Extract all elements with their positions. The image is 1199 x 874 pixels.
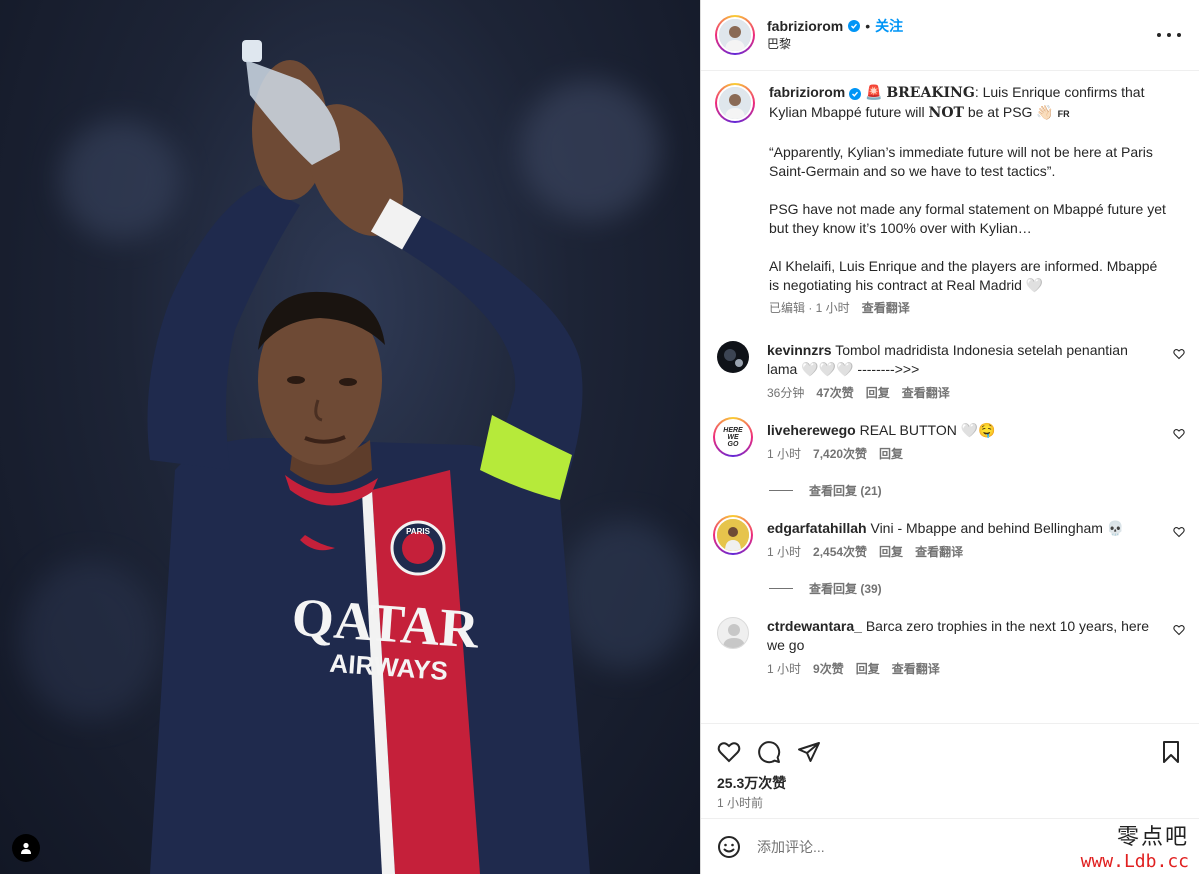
post-sidebar: fabriziorom • 关注 巴黎 fabriziorom 🚨 BREAKI…	[700, 0, 1199, 874]
comment-reply-button[interactable]: 回复	[879, 446, 903, 462]
comment-username[interactable]: kevinnzrs	[767, 342, 832, 358]
left-eye	[287, 376, 305, 384]
comment-likes[interactable]: 47次赞	[816, 385, 853, 401]
post-timestamp[interactable]: 1 小时前	[717, 794, 1183, 811]
caption-para-4: Al Khelaifi, Luis Enrique and the player…	[769, 258, 1158, 293]
post-media[interactable]: PARIS QATAR AIRWAYS	[0, 0, 700, 874]
more-options-button[interactable]	[1157, 27, 1181, 43]
more-dot-icon	[1157, 33, 1161, 37]
commenter-avatar-image	[717, 341, 749, 373]
replies-divider	[769, 588, 793, 589]
comment-time: 1 小时	[767, 447, 802, 461]
verified-badge-icon	[849, 88, 862, 100]
comment-item: ctrdewantara_ Barca zero trophies in the…	[715, 617, 1185, 677]
caption-quote: “Apparently, Kylian’s immediate future w…	[769, 144, 1153, 179]
default-avatar-icon	[723, 624, 745, 648]
siren-emoji: 🚨	[865, 84, 883, 100]
view-replies-label: 查看回复 (21)	[809, 484, 882, 498]
comment-reply-button[interactable]: 回复	[856, 661, 880, 677]
comment-input[interactable]	[757, 838, 1183, 855]
heart-icon[interactable]	[1173, 624, 1185, 636]
heart-icon[interactable]	[1173, 348, 1185, 360]
comment-composer	[701, 818, 1199, 874]
caption-username[interactable]: fabriziorom	[769, 84, 845, 100]
breaking-label: BREAKING	[886, 85, 975, 101]
user-icon	[21, 842, 31, 854]
view-replies-button[interactable]: 查看回复 (21)	[769, 482, 1185, 499]
comment-reply-button[interactable]: 回复	[879, 544, 903, 560]
caption-author-avatar[interactable]	[715, 83, 755, 123]
bookmark-save-icon[interactable]	[1159, 740, 1183, 764]
comment-translate-link[interactable]: 查看翻译	[915, 544, 963, 560]
caption-para-3: PSG have not made any formal statement o…	[769, 201, 1166, 236]
comment-translate-link[interactable]: 查看翻译	[892, 661, 940, 677]
view-replies-button[interactable]: 查看回复 (39)	[769, 580, 1185, 597]
more-dot-icon	[1177, 33, 1181, 37]
badge-text: PARIS	[406, 527, 431, 536]
post-location[interactable]: 巴黎	[767, 35, 903, 53]
commenter-avatar-text: HERE WE GO	[723, 426, 743, 448]
not-emphasis: NOT	[928, 105, 964, 121]
comments-list[interactable]: fabriziorom 🚨 BREAKING: Luis Enrique con…	[701, 71, 1199, 723]
commenter-avatar-image	[717, 519, 749, 551]
caption-translate-link[interactable]: 查看翻译	[862, 300, 910, 316]
verified-badge-icon	[848, 20, 861, 32]
flag-fr-icon: FR	[1057, 109, 1070, 119]
comment-username[interactable]: ctrdewantara_	[767, 618, 862, 634]
player-photo: PARIS QATAR AIRWAYS	[147, 40, 590, 874]
author-avatar[interactable]	[715, 15, 755, 55]
like-heart-icon[interactable]	[717, 740, 741, 764]
comment-bubble-icon[interactable]	[757, 740, 781, 764]
psg-badge-inner	[402, 532, 434, 564]
comment-username[interactable]: edgarfatahillah	[767, 520, 867, 536]
caption-line1-end: be at PSG 👋🏻	[963, 104, 1054, 120]
comment-username[interactable]: liveherewego	[767, 422, 856, 438]
instagram-post-modal: PARIS QATAR AIRWAYS fabriziorom • 关注 巴黎 …	[0, 0, 1199, 874]
post-caption: fabriziorom 🚨 BREAKING: Luis Enrique con…	[715, 83, 1185, 316]
more-dot-icon	[1167, 33, 1171, 37]
post-header: fabriziorom • 关注 巴黎	[701, 0, 1199, 71]
share-send-icon[interactable]	[797, 740, 821, 764]
replies-divider	[769, 490, 793, 491]
right-eye	[339, 378, 357, 386]
follow-button[interactable]: 关注	[875, 17, 903, 35]
author-avatar-image	[719, 19, 751, 51]
comment-avatar[interactable]: HERE WE GO	[713, 417, 753, 457]
comment-text: REAL BUTTON 🤍🤤	[859, 422, 996, 438]
emoji-icon[interactable]	[717, 835, 741, 859]
author-username[interactable]: fabriziorom	[767, 17, 843, 35]
heart-icon[interactable]	[1173, 526, 1185, 538]
comment-time: 1 小时	[767, 545, 802, 559]
separator-dot: •	[865, 18, 871, 34]
comment-translate-link[interactable]: 查看翻译	[902, 385, 950, 401]
comment-likes[interactable]: 2,454次赞	[813, 544, 867, 560]
comment-reply-button[interactable]: 回复	[866, 385, 890, 401]
caption-avatar-image	[719, 87, 751, 119]
comment-text: Vini - Mbappe and behind Bellingham 💀	[870, 520, 1125, 536]
comment-item: HERE WE GO liveherewego REAL BUTTON 🤍🤤 1…	[713, 417, 1185, 462]
comment-avatar[interactable]	[713, 515, 753, 555]
comment-likes[interactable]: 7,420次赞	[813, 446, 867, 462]
bottle-cap	[242, 40, 262, 62]
caption-edited-time: 已编辑 · 1 小时	[769, 301, 850, 315]
tagged-users-button[interactable]	[12, 834, 40, 862]
heart-icon[interactable]	[1173, 428, 1185, 440]
comment-item: edgarfatahillah Vini - Mbappe and behind…	[713, 515, 1185, 560]
comment-likes[interactable]: 9次赞	[813, 661, 844, 677]
comment-avatar[interactable]	[717, 617, 749, 649]
comment-item: kevinnzrs Tombol madridista Indonesia se…	[715, 341, 1185, 401]
post-actions: 25.3万次赞 1 小时前	[701, 723, 1199, 818]
comment-time: 36分钟	[767, 386, 805, 400]
comment-avatar[interactable]	[717, 341, 749, 373]
post-likes-count[interactable]: 25.3万次赞	[717, 774, 1183, 792]
comment-time: 1 小时	[767, 662, 802, 676]
view-replies-label: 查看回复 (39)	[809, 582, 882, 596]
